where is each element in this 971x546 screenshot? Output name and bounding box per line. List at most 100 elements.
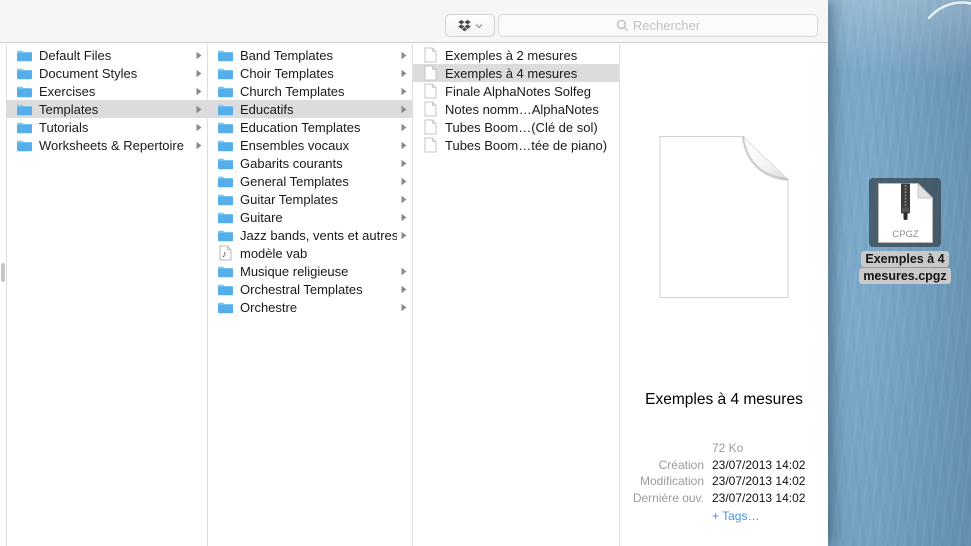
svg-text:CPGZ: CPGZ [892,229,919,240]
folder-row[interactable]: Orchestral Templates [208,280,412,298]
row-label: Exemples à 2 mesures [445,48,614,63]
search-icon [616,19,629,32]
disclosure-arrow-icon [196,141,202,150]
disclosure-arrow-icon [401,159,407,168]
disclosure-arrow-icon [401,231,407,240]
browser-column-1: Default Files Document Styles Exercises Tem… [7,44,208,546]
row-label: modèle vab [240,246,407,261]
folder-row[interactable]: Jazz bands, vents et autres [208,226,412,244]
folder-row[interactable]: Tutorials [7,118,207,136]
folder-row[interactable]: Default Files [7,46,207,64]
document-icon [424,47,437,63]
folder-icon [217,283,234,296]
folder-icon [16,67,33,80]
folder-row[interactable]: General Templates [208,172,412,190]
folder-row[interactable]: Document Styles [7,64,207,82]
folder-icon [217,211,234,224]
row-label: Orchestral Templates [240,282,397,297]
folder-icon [217,229,234,242]
row-label: Tutorials [39,120,192,135]
folder-row[interactable]: Choir Templates [208,64,412,82]
disclosure-arrow-icon [401,51,407,60]
document-icon [424,137,437,153]
document-icon [424,65,437,81]
row-label: General Templates [240,174,397,189]
folder-row[interactable]: Ensembles vocaux [208,136,412,154]
folder-icon [217,193,234,206]
detail-value: 23/07/2013 14:02 [712,490,805,507]
file-row[interactable]: Finale AlphaNotes Solfeg [413,82,619,100]
file-row[interactable]: Exemples à 2 mesures [413,46,619,64]
disclosure-arrow-icon [196,69,202,78]
disclosure-arrow-icon [196,51,202,60]
desktop-file-label[interactable]: Exemples à 4 mesures.cpgz [845,251,965,284]
desktop-file-label-line1: Exemples à 4 [861,251,948,267]
folder-row[interactable]: Worksheets & Repertoire [7,136,207,154]
folder-row[interactable]: Exercises [7,82,207,100]
file-row[interactable]: Notes nomm…AlphaNotes [413,100,619,118]
folder-row[interactable]: Gabarits courants [208,154,412,172]
row-label: Ensembles vocaux [240,138,397,153]
row-label: Finale AlphaNotes Solfeg [445,84,614,99]
row-label: Church Templates [240,84,397,99]
row-label: Exercises [39,84,192,99]
folder-row[interactable]: Orchestre [208,298,412,316]
folder-icon [217,265,234,278]
folder-row[interactable]: Education Templates [208,118,412,136]
row-label: Educatifs [240,102,397,117]
detail-row: Dernière ouv. 23/07/2013 14:02 [620,490,828,507]
folder-row[interactable]: Musique religieuse [208,262,412,280]
file-row[interactable]: ♪ modèle vab [208,244,412,262]
folder-row[interactable]: Templates [7,100,207,118]
detail-row: Création23/07/2013 14:02 [620,457,828,474]
detail-label: Modification [620,473,704,490]
column-edge-strip [0,44,7,546]
desktop-file-icon-cpgz[interactable]: CPGZ Exemples à 4 mesures.cpgz [845,178,965,285]
disclosure-arrow-icon [401,69,407,78]
svg-text:♪: ♪ [222,249,227,259]
dropbox-icon [457,18,472,33]
file-row[interactable]: Exemples à 4 mesures [413,64,619,82]
row-label: Band Templates [240,48,397,63]
column-browser: Default Files Document Styles Exercises Tem… [0,44,828,546]
detail-value: 23/07/2013 14:02 [712,457,805,474]
detail-row: 72 Ko [620,440,828,457]
folder-icon [16,139,33,152]
disclosure-arrow-icon [401,213,407,222]
detail-label [620,440,704,457]
folder-icon [217,139,234,152]
detail-row: Modification23/07/2013 14:02 [620,473,828,490]
folder-icon [217,175,234,188]
folder-row[interactable]: Church Templates [208,82,412,100]
music-document-icon: ♪ [219,245,232,261]
row-label: Exemples à 4 mesures [445,66,614,81]
finder-window: Rechercher Default Files Document Styles E… [0,0,828,546]
folder-icon [217,301,234,314]
folder-icon [16,85,33,98]
scrollbar-thumb[interactable] [1,263,5,282]
folder-row[interactable]: Guitar Templates [208,190,412,208]
disclosure-arrow-icon [401,195,407,204]
search-input[interactable]: Rechercher [498,14,818,37]
browser-column-2: Band TemplatesChoir Templates Church Temp… [208,44,413,546]
disclosure-arrow-icon [401,87,407,96]
folder-icon [16,49,33,62]
chevron-down-icon [475,23,483,29]
row-label: Guitar Templates [240,192,397,207]
detail-label: Dernière ouv. [620,490,704,507]
disclosure-arrow-icon [401,141,407,150]
folder-icon [217,157,234,170]
wallpaper-wisp [911,0,971,22]
file-row[interactable]: Tubes Boom…tée de piano) [413,136,619,154]
file-row[interactable]: Tubes Boom…(Clé de sol) [413,118,619,136]
row-label: Orchestre [240,300,397,315]
row-label: Document Styles [39,66,192,81]
row-label: Templates [39,102,192,117]
folder-row[interactable]: Educatifs [208,100,412,118]
disclosure-arrow-icon [401,303,407,312]
folder-row[interactable]: Guitare [208,208,412,226]
document-icon [424,119,437,135]
add-tags-link[interactable]: + Tags… [712,509,759,523]
dropbox-toolbar-button[interactable] [445,14,495,37]
folder-row[interactable]: Band Templates [208,46,412,64]
